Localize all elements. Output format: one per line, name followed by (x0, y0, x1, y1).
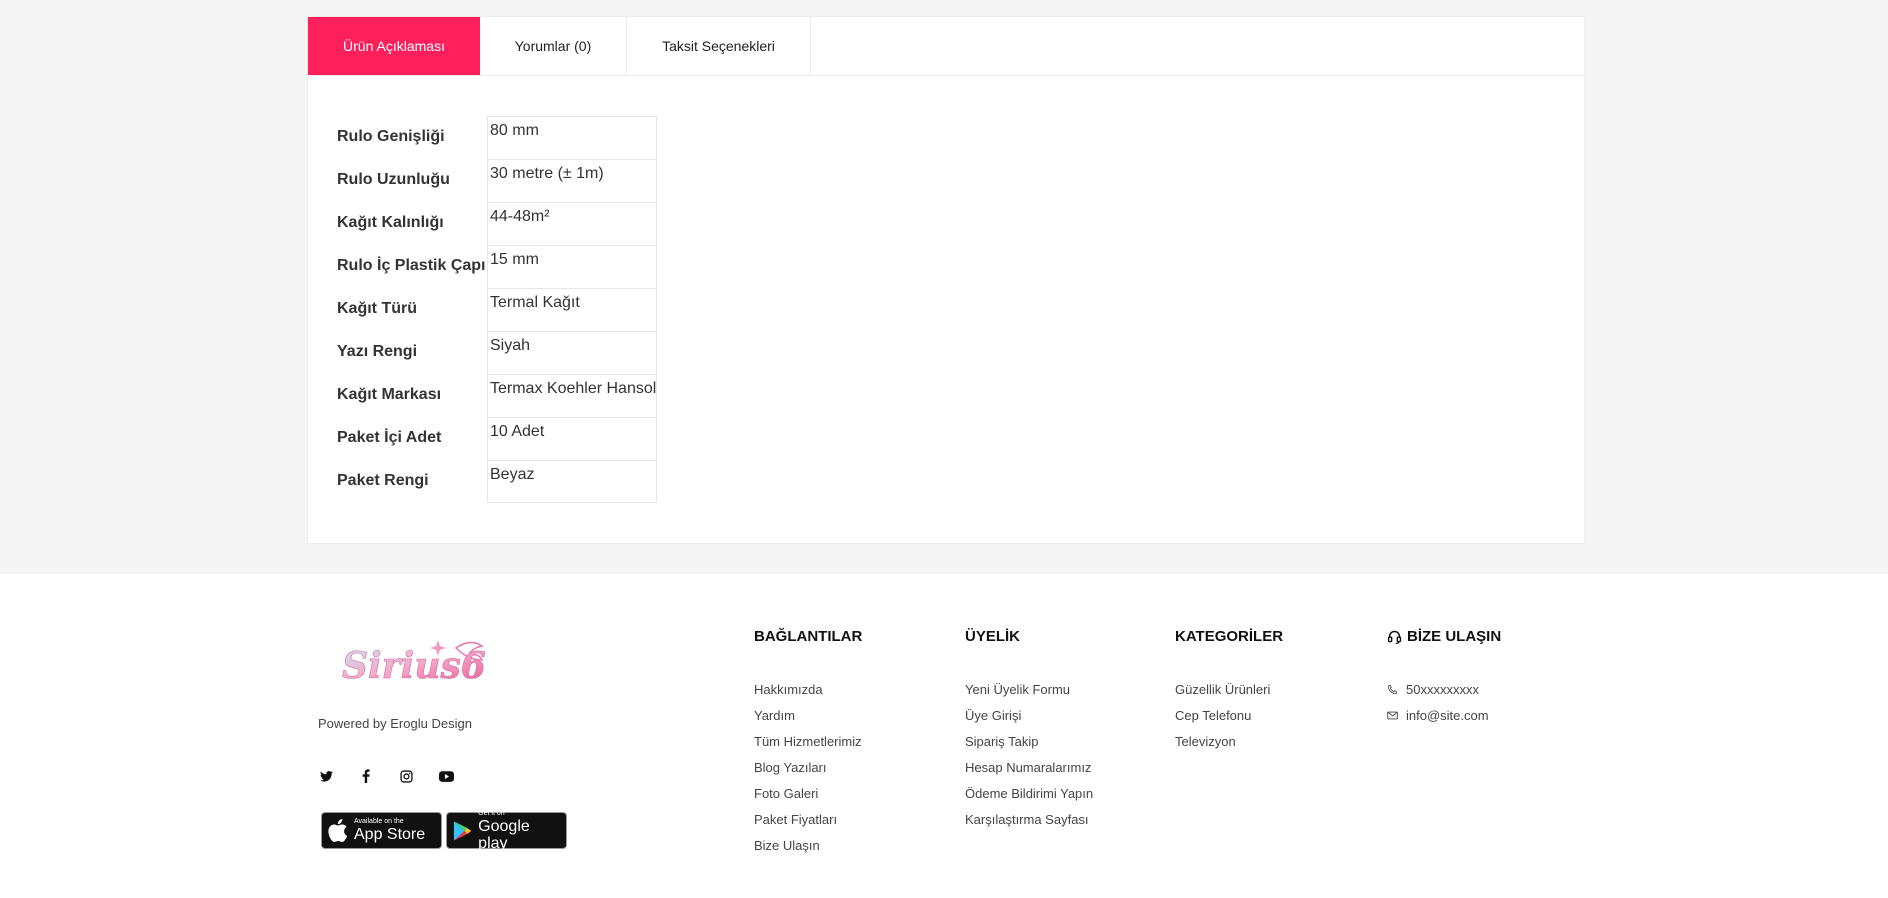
spec-row: Rulo Genişliği 80 mm (337, 116, 657, 159)
social-links (318, 768, 454, 784)
categories-heading: KATEGORİLER (1175, 628, 1284, 645)
footer-category-phone[interactable]: Cep Telefonu (1175, 702, 1283, 728)
footer-category-beauty[interactable]: Güzellik Ürünleri (1175, 676, 1283, 702)
footer-categories-column: KATEGORİLER Güzellik Ürünleri Cep Telefo… (1175, 628, 1283, 754)
spec-row: Kağıt Kalınlığı 44-48m² (337, 202, 657, 245)
tab-reviews[interactable]: Yorumlar (0) (480, 17, 627, 75)
site-footer: Sirius6 Powered by Eroglu Design Availab… (0, 574, 1888, 898)
spec-label: Rulo Uzunluğu (337, 171, 450, 188)
spec-label: Kağıt Türü (337, 300, 417, 317)
footer-link-about[interactable]: Hakkımızda (754, 676, 862, 702)
footer-link-payment-notice[interactable]: Ödeme Bildirimi Yapın (965, 780, 1093, 806)
twitter-icon[interactable] (318, 768, 334, 784)
instagram-icon[interactable] (398, 768, 414, 784)
app-store-button[interactable]: Available on the App Store (321, 812, 442, 849)
contact-heading-wrap: BİZE ULAŞIN (1387, 628, 1501, 645)
spec-value: 80 mm (487, 116, 657, 159)
app-store-badges: Available on the App Store Get it on Goo… (321, 809, 567, 852)
spec-value: 30 metre (± 1m) (487, 159, 657, 202)
spec-value: Beyaz (487, 460, 657, 503)
footer-contact-column: BİZE ULAŞIN 50xxxxxxxxx info@site.com (1387, 628, 1501, 728)
app-store-small-text: Available on the (354, 818, 404, 825)
spec-label: Kağıt Kalınlığı (337, 214, 444, 231)
contact-heading: BİZE ULAŞIN (1407, 628, 1502, 645)
tab-bar: Ürün Açıklaması Yorumlar (0) Taksit Seçe… (308, 17, 1584, 76)
footer-link-pricing[interactable]: Paket Fiyatları (754, 806, 862, 832)
product-tabs-panel: Ürün Açıklaması Yorumlar (0) Taksit Seçe… (307, 16, 1585, 544)
footer-links-column: BAĞLANTILAR Hakkımızda Yardım Tüm Hizmet… (754, 628, 862, 858)
spec-value: Siyah (487, 331, 657, 374)
powered-by-text: Powered by Eroglu Design (318, 716, 472, 731)
apple-icon (328, 819, 348, 842)
spec-label: Rulo Genişliği (337, 128, 445, 145)
spec-row: Yazı Rengi Siyah (337, 331, 657, 374)
spec-row: Kağıt Markası Termax Koehler Hansol (337, 374, 657, 417)
app-store-big-text: App Store (354, 826, 426, 843)
tab-installments[interactable]: Taksit Seçenekleri (627, 17, 811, 75)
spec-label: Paket Rengi (337, 472, 429, 489)
google-play-small-text: Get it on (478, 809, 505, 817)
footer-link-contact[interactable]: Bize Ulaşın (754, 832, 862, 858)
spec-label: Paket İçi Adet (337, 429, 442, 446)
spec-row: Rulo İç Plastik Çapı 15 mm (337, 245, 657, 288)
contact-phone-text: 50xxxxxxxxx (1406, 681, 1479, 697)
spec-label: Rulo İç Plastik Çapı (337, 257, 486, 274)
contact-email-text: info@site.com (1406, 707, 1489, 723)
footer-link-bank-accounts[interactable]: Hesap Numaralarımız (965, 754, 1093, 780)
spec-label: Kağıt Markası (337, 386, 442, 403)
facebook-icon[interactable] (358, 768, 374, 784)
footer-link-login[interactable]: Üye Girişi (965, 702, 1093, 728)
footer-link-gallery[interactable]: Foto Galeri (754, 780, 862, 806)
membership-heading: ÜYELİK (965, 628, 1021, 645)
spec-value: 10 Adet (487, 417, 657, 460)
spec-row: Kağıt Türü Termal Kağıt (337, 288, 657, 331)
site-logo[interactable]: Sirius6 (338, 626, 490, 698)
spec-label: Yazı Rengi (337, 343, 418, 360)
footer-link-help[interactable]: Yardım (754, 702, 862, 728)
spec-value: 44-48m² (487, 202, 657, 245)
google-play-big-text: Google play (478, 817, 530, 852)
footer-link-order-tracking[interactable]: Sipariş Takip (965, 728, 1093, 754)
headset-icon (1387, 630, 1402, 644)
spec-value: Termax Koehler Hansol (487, 374, 657, 417)
spec-value: Termal Kağıt (487, 288, 657, 331)
footer-link-compare[interactable]: Karşılaştırma Sayfası (965, 806, 1093, 832)
links-heading: BAĞLANTILAR (754, 628, 863, 645)
logo-wordmark: Sirius6 (342, 645, 486, 687)
google-play-button[interactable]: Get it on Google play (446, 809, 567, 852)
spec-row: Paket Rengi Beyaz (337, 460, 657, 503)
spec-row: Paket İçi Adet 10 Adet (337, 417, 657, 460)
mail-icon (1387, 711, 1398, 719)
footer-category-tv[interactable]: Televizyon (1175, 728, 1283, 754)
youtube-icon[interactable] (438, 768, 454, 784)
google-play-icon (453, 820, 472, 841)
footer-link-register[interactable]: Yeni Üyelik Formu (965, 676, 1093, 702)
tab-product-description[interactable]: Ürün Açıklaması (308, 17, 480, 75)
spec-table: Rulo Genişliği 80 mm Rulo Uzunluğu 30 me… (337, 116, 657, 503)
spec-row: Rulo Uzunluğu 30 metre (± 1m) (337, 159, 657, 202)
spec-value: 15 mm (487, 245, 657, 288)
footer-link-services[interactable]: Tüm Hizmetlerimiz (754, 728, 862, 754)
contact-email[interactable]: info@site.com (1387, 702, 1501, 728)
contact-phone[interactable]: 50xxxxxxxxx (1387, 676, 1501, 702)
footer-link-blog[interactable]: Blog Yazıları (754, 754, 862, 780)
footer-membership-column: ÜYELİK Yeni Üyelik Formu Üye Girişi Sipa… (965, 628, 1093, 832)
phone-icon (1387, 684, 1398, 694)
